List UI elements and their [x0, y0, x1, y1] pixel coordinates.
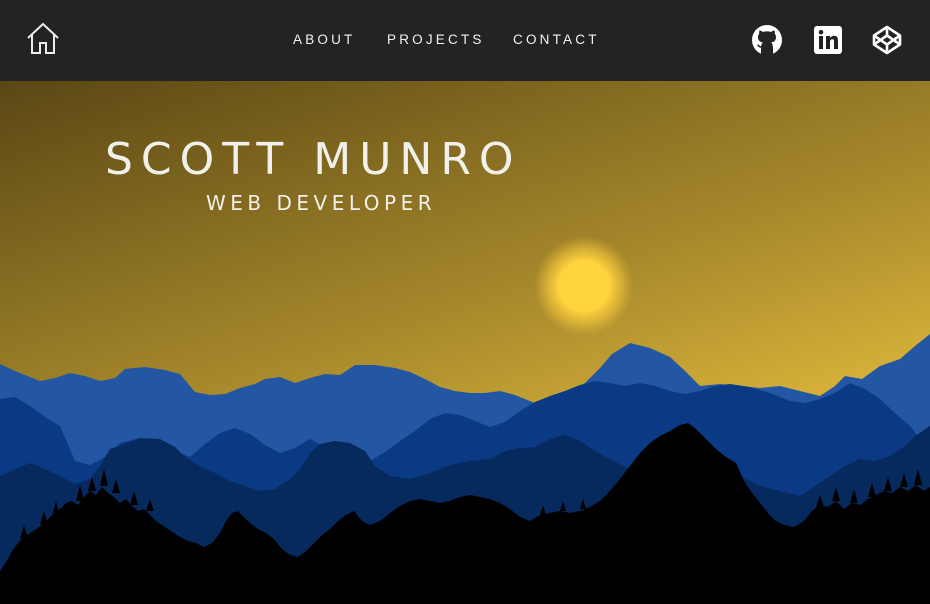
codepen-icon[interactable]	[871, 24, 903, 56]
nav-link-about[interactable]: ABOUT	[293, 32, 356, 47]
nav-link-contact[interactable]: CONTACT	[513, 32, 600, 47]
hero-banner: SCOTT MUNRO WEB DEVELOPER	[0, 81, 930, 604]
github-icon[interactable]	[751, 24, 783, 56]
navbar: ABOUT PROJECTS CONTACT	[0, 0, 930, 81]
sun	[534, 236, 634, 336]
nav-link-projects[interactable]: PROJECTS	[387, 32, 485, 47]
linkedin-icon[interactable]	[812, 24, 844, 56]
hero-subtitle: WEB DEVELOPER	[206, 191, 437, 215]
nav-links: ABOUT PROJECTS CONTACT	[0, 0, 930, 81]
hero-title: SCOTT MUNRO	[105, 134, 522, 185]
